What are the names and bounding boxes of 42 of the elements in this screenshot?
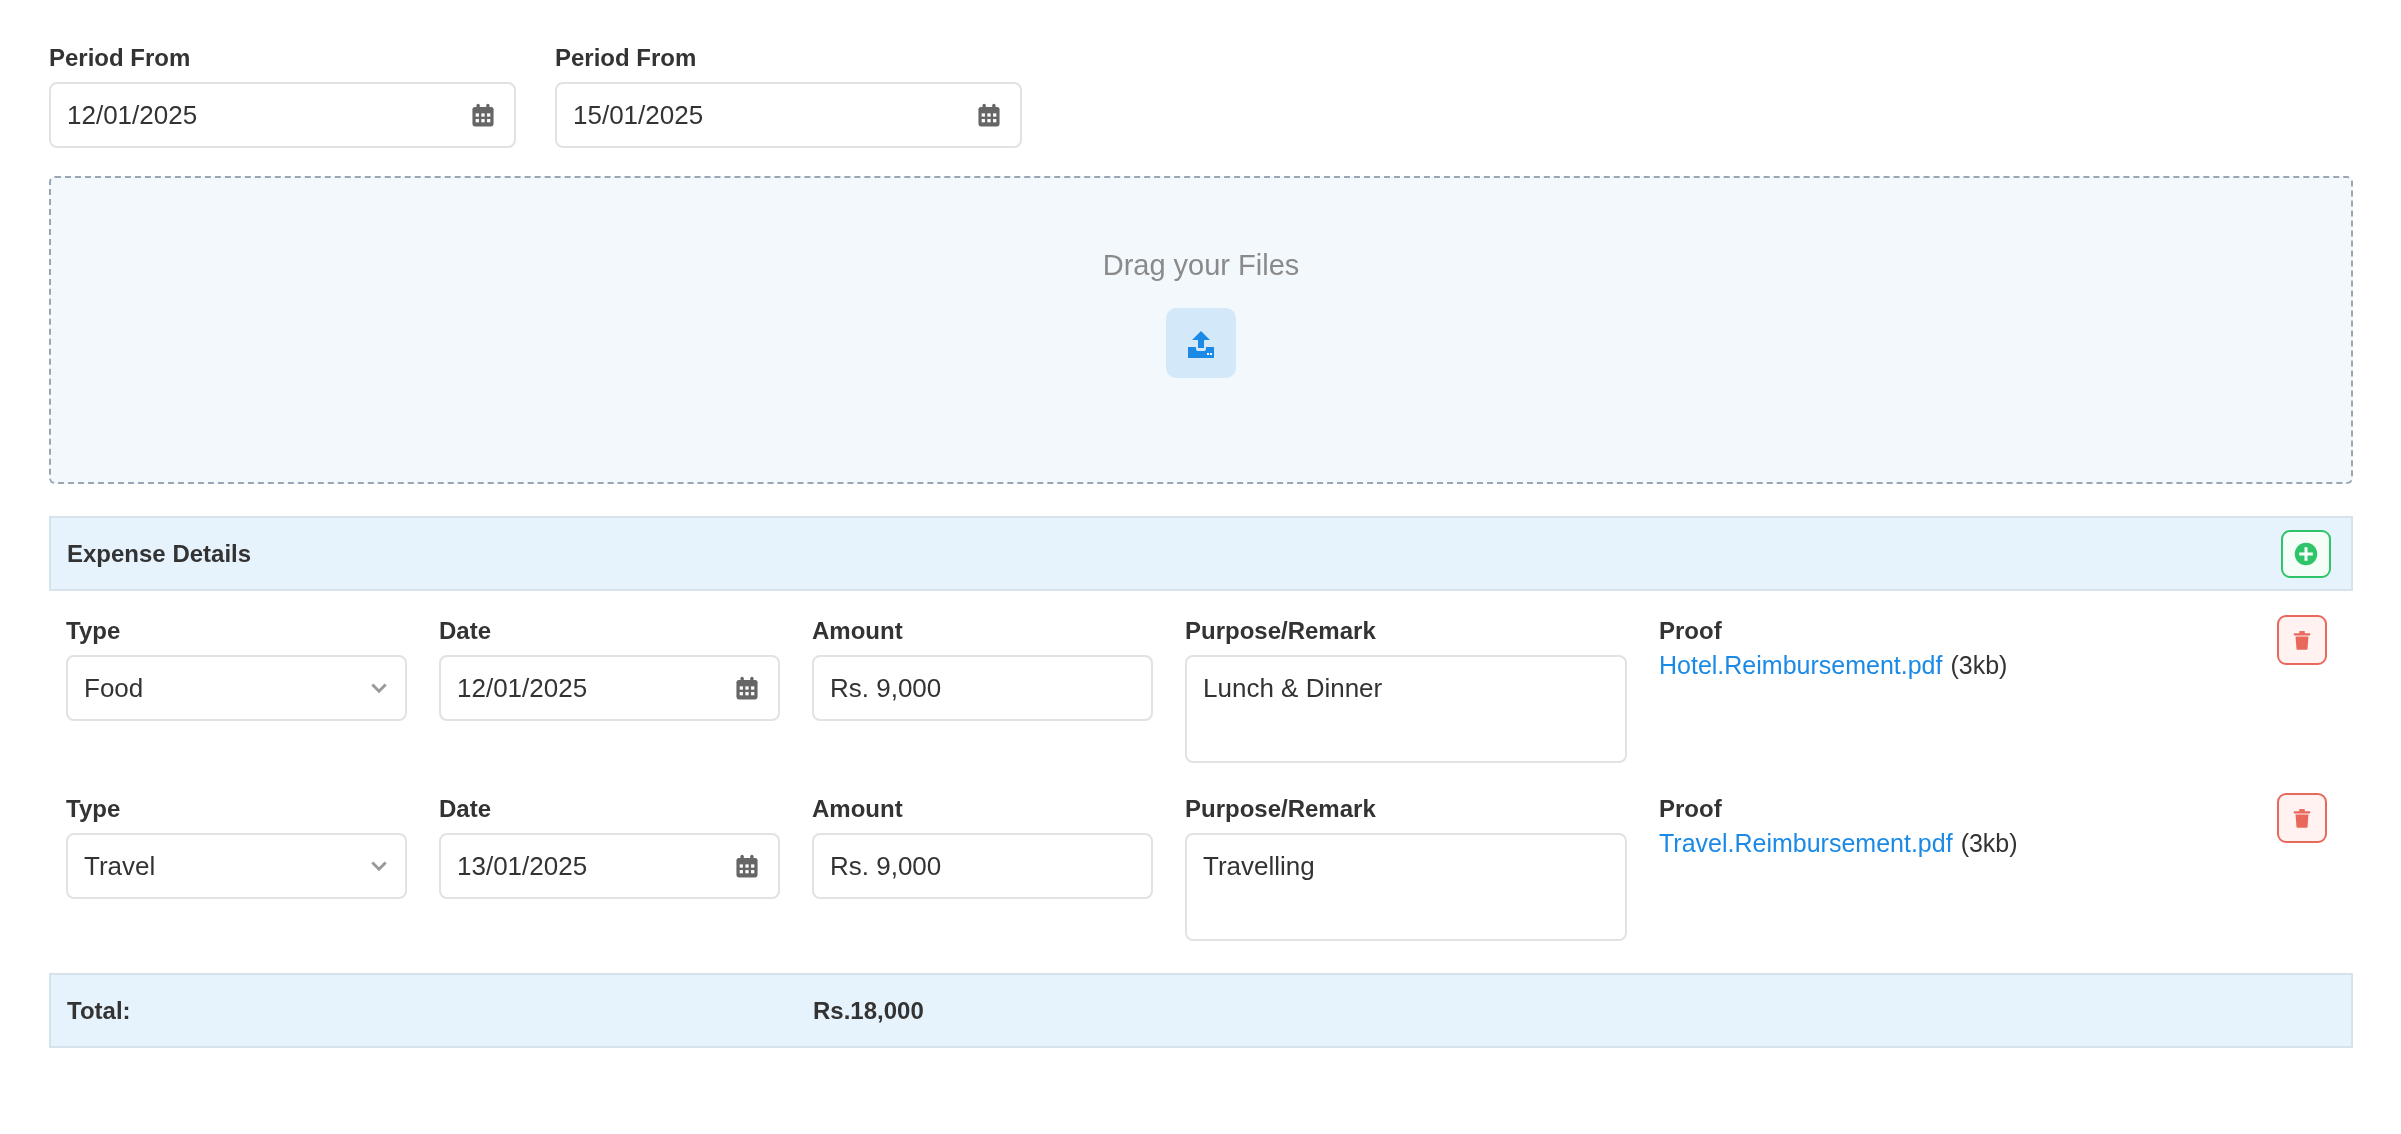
field-label: Date (439, 795, 493, 823)
trash-icon (2291, 629, 2313, 651)
chevron-down-icon (371, 860, 387, 872)
field-label: Type (66, 617, 122, 645)
upload-button[interactable] (1166, 307, 1236, 378)
total-value: Rs.18,000 (813, 996, 924, 1025)
type-dropdown[interactable]: Food (66, 655, 407, 721)
total-label: Total: (67, 996, 132, 1025)
amount-field[interactable]: Rs. 9,000 (812, 655, 1153, 721)
chevron-down-icon (371, 682, 387, 694)
calendar-icon[interactable] (976, 102, 1002, 128)
field-label: Proof (1659, 795, 1723, 823)
field-label: Purpose/Remark (1185, 617, 1377, 645)
file-link[interactable]: Travel.Reimbursement.pdf (1659, 829, 1953, 858)
type-dropdown[interactable]: Travel (66, 833, 407, 899)
amount-field[interactable]: Rs. 9,000 (812, 833, 1153, 899)
field-label: Amount (812, 795, 904, 823)
delete-button[interactable] (2277, 793, 2327, 843)
file-size: (3kb) (1950, 651, 2008, 680)
calendar-icon[interactable] (734, 853, 760, 879)
plus-circle-icon (2294, 541, 2318, 566)
field-label: Proof (1659, 617, 1723, 645)
field-label: Type (66, 795, 122, 823)
remark-field[interactable]: Travelling (1185, 833, 1627, 941)
field-label: Period From (49, 44, 192, 72)
calendar-icon[interactable] (470, 102, 496, 128)
calendar-icon[interactable] (734, 675, 760, 701)
date-field[interactable]: 13/01/2025 (439, 833, 780, 899)
dropzone-text: Drag your Files (1102, 248, 1300, 282)
field-label: Amount (812, 617, 904, 645)
date-field[interactable]: 15/01/2025 (555, 82, 1022, 148)
section-title: Expense Details (67, 539, 252, 568)
field-label: Date (439, 617, 493, 645)
trash-icon (2291, 807, 2313, 829)
date-field[interactable]: 12/01/2025 (439, 655, 780, 721)
delete-button[interactable] (2277, 615, 2327, 665)
file-size: (3kb) (1960, 829, 2018, 858)
file-link[interactable]: Hotel.Reimbursement.pdf (1659, 651, 1943, 680)
field-label: Purpose/Remark (1185, 795, 1377, 823)
field-label: Period From (555, 44, 698, 72)
remark-field[interactable]: Lunch & Dinner (1185, 655, 1627, 763)
date-field[interactable]: 12/01/2025 (49, 82, 516, 148)
